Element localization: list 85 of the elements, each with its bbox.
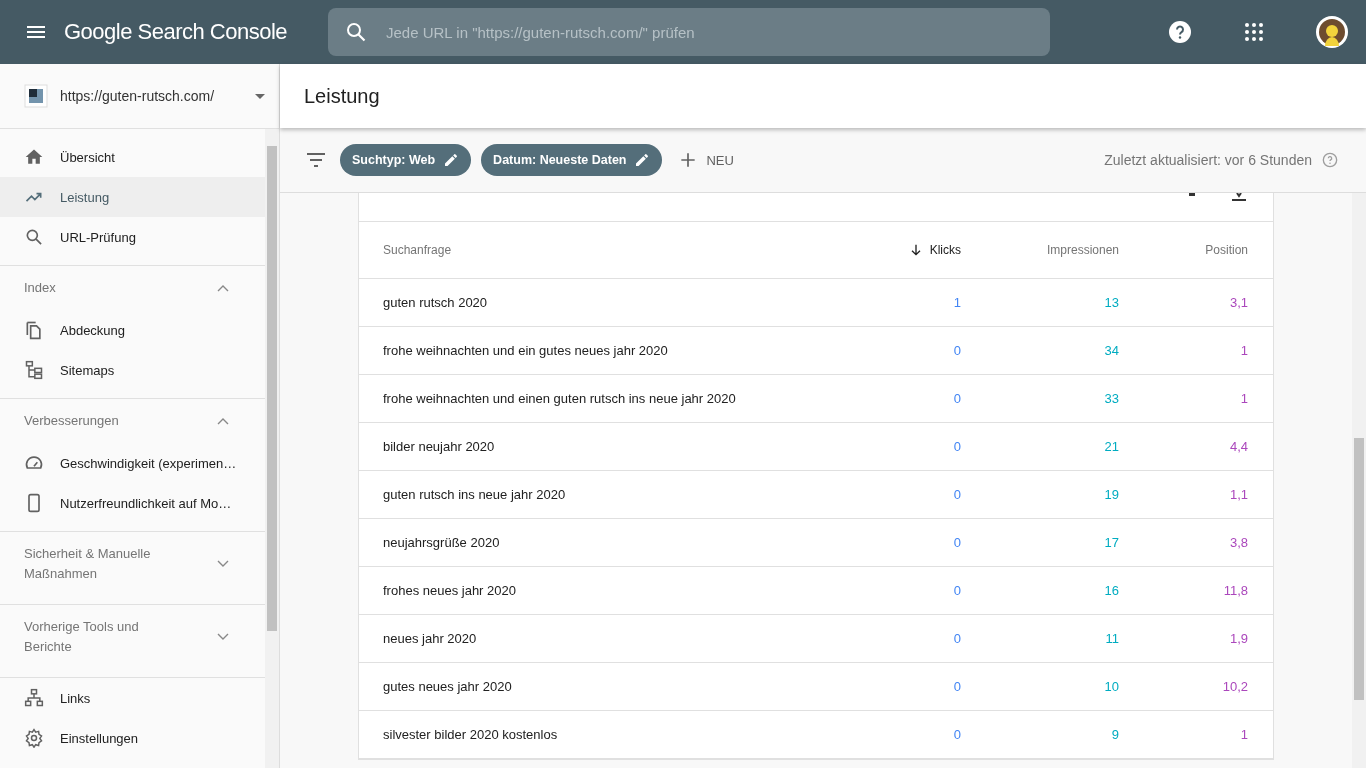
column-header[interactable]: Klicks (801, 242, 961, 258)
nav-item[interactable]: Nutzerfreundlichkeit auf Mo… (0, 483, 265, 523)
table-cell-text: 4,4 (1228, 439, 1248, 454)
table-cell-text: frohe weihnachten und ein gutes neues jahr 2020 (383, 343, 669, 358)
table-cell-text: 0 (952, 487, 961, 502)
collapse-chevron-icon[interactable] (217, 284, 229, 292)
home-icon (24, 147, 44, 167)
table-cell-text: 3,1 (1228, 295, 1248, 310)
table-cell-text: 0 (952, 679, 961, 694)
nav-item[interactable]: Einstellungen (0, 718, 265, 758)
help-icon[interactable] (1168, 20, 1192, 44)
search-field[interactable]: Jede URL in "https://guten-rutsch.com/" prüfen (328, 8, 1050, 56)
table-cell-text: 1 (1239, 391, 1248, 406)
table-cell-text: 0 (952, 535, 961, 550)
property-selector[interactable]: https://guten-rutsch.com/ (0, 64, 279, 129)
table-cell-text: silvester bilder 2020 kostenlos (383, 727, 559, 742)
column-header[interactable]: Suchanfrage (383, 243, 801, 257)
table-cell-text: 9 (1110, 727, 1119, 742)
property-icon (24, 84, 48, 108)
page-title: Leistung (304, 84, 380, 108)
product-logo[interactable]: Google Search Console (64, 19, 314, 45)
table-cell-text: 1,9 (1228, 631, 1248, 646)
table-cell-text: 0 (952, 727, 961, 742)
table-cell-text: guten rutsch ins neue jahr 2020 (383, 487, 567, 502)
table-cell-text: 33 (1103, 391, 1119, 406)
filter-chip[interactable]: Suchtyp: Web (340, 144, 472, 176)
collapse-chevron-icon[interactable] (217, 417, 229, 425)
dropdown-caret-icon (255, 93, 265, 99)
table-cell-text: 0 (952, 343, 961, 358)
table-cell-text: bilder neujahr 2020 (383, 439, 496, 454)
download-icon[interactable] (1231, 193, 1247, 201)
expand-chevron-icon[interactable] (217, 633, 229, 641)
nav-item[interactable]: Leistung (0, 177, 265, 217)
expand-chevron-icon[interactable] (217, 560, 229, 568)
last-updated-text: Zuletzt aktualisiert: vor 6 Stunden (1104, 152, 1312, 168)
pages-icon (24, 320, 44, 340)
table-cell-text: 3,8 (1228, 535, 1248, 550)
search-icon (344, 20, 368, 44)
sitemap-icon (24, 360, 44, 380)
table-cell-text: 1 (1239, 727, 1248, 742)
table-cell-text: 1 (952, 295, 961, 310)
avatar[interactable] (1316, 16, 1348, 48)
table-cell-text: 13 (1103, 295, 1119, 310)
search-icon (24, 227, 44, 247)
dash-icon[interactable] (1189, 193, 1195, 197)
nav-item[interactable]: Übersicht (0, 137, 265, 177)
nav-item[interactable]: Links (0, 678, 265, 718)
table-cell-text: 21 (1103, 439, 1119, 454)
table-cell-text: 1,1 (1228, 487, 1248, 502)
section-header[interactable]: Index (0, 266, 265, 310)
gear-icon (24, 728, 44, 748)
table-cell-text: gutes neues jahr 2020 (383, 679, 513, 694)
table-cell-text: 34 (1103, 343, 1119, 358)
column-header[interactable]: Position (1119, 243, 1248, 257)
table-cell-text: 0 (952, 439, 961, 454)
column-header[interactable]: Impressionen (961, 243, 1119, 257)
section-header[interactable]: Vorherige Tools und Berichte (0, 605, 265, 669)
table-cell-text: frohe weihnachten und einen guten rutsch ins neue jahr 2020 (383, 391, 737, 406)
table-cell-text: 11 (1104, 631, 1119, 646)
nav-item[interactable]: Sitemaps (0, 350, 265, 390)
nav-item[interactable]: URL-Prüfung (0, 217, 265, 257)
table-cell-text: guten rutsch 2020 (383, 295, 489, 310)
table-cell-text: neujahrsgrüße 2020 (383, 535, 501, 550)
nav-item[interactable]: Abdeckung (0, 310, 265, 350)
table-cell-text: 16 (1103, 583, 1119, 598)
table-cell-text: 0 (952, 583, 961, 598)
table-cell-text: 0 (952, 391, 961, 406)
table-cell-text: frohes neues jahr 2020 (383, 583, 517, 598)
new-filter-button[interactable]: NEU (672, 150, 740, 170)
table-cell-text: 17 (1103, 535, 1119, 550)
table-cell-text: 0 (952, 631, 961, 646)
section-header[interactable]: Sicherheit & Manuelle Maßnahmen (0, 532, 265, 596)
table-cell-text: 19 (1103, 487, 1119, 502)
apps-grid-icon[interactable] (1242, 20, 1266, 44)
table-cell-text: 11,8 (1222, 583, 1248, 598)
nav-item[interactable]: Geschwindigkeit (experimen… (0, 443, 265, 483)
table-cell-text: 1 (1239, 343, 1248, 358)
pencil-icon (443, 152, 460, 168)
table-cell-text: neues jahr 2020 (383, 631, 478, 646)
table-cell-text: 10 (1103, 679, 1119, 694)
filter-chip[interactable]: Datum: Neueste Daten (481, 144, 663, 176)
links-icon (24, 688, 44, 708)
section-header[interactable]: Verbesserungen (0, 399, 265, 443)
pencil-icon (634, 152, 651, 168)
table-cell-text: 10,2 (1221, 679, 1248, 694)
